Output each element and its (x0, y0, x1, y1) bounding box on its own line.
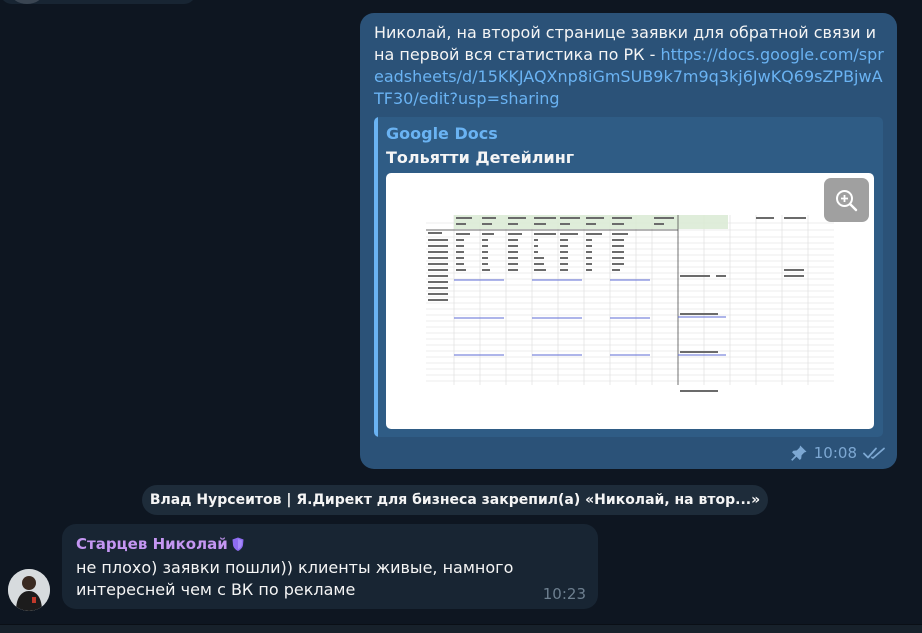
preview-accent-bar (374, 117, 378, 437)
outgoing-message-bubble[interactable]: Николай, на второй странице заявки для о… (360, 13, 897, 469)
zoom-in-icon (836, 190, 858, 212)
preview-title: Тольятти Детейлинг (386, 148, 575, 167)
pin-icon (790, 445, 807, 461)
preview-image[interactable] (386, 173, 874, 429)
double-check-icon (863, 447, 885, 459)
link-preview[interactable]: Google Docs Тольятти Детейлинг (374, 117, 883, 437)
outgoing-message-time: 10:08 (813, 444, 857, 462)
premium-shield-icon (232, 537, 244, 551)
sender-name: Старцев Николай (76, 535, 228, 553)
zoom-button[interactable] (824, 178, 869, 222)
incoming-message-time: 10:23 (542, 585, 586, 603)
preview-site-name: Google Docs (386, 124, 498, 143)
incoming-sender[interactable]: Старцев Николай (76, 535, 246, 553)
incoming-message-bubble[interactable]: Старцев Николай не плохо) заявки пошли))… (62, 524, 598, 609)
spreadsheet-thumbnail (426, 215, 834, 392)
pinned-service-message[interactable]: Влад Нурсеитов | Я.Директ для бизнеса за… (142, 485, 768, 515)
outgoing-message-meta: 10:08 (790, 443, 887, 463)
avatar-photo (8, 569, 50, 611)
incoming-message-text: не плохо) заявки пошли)) клиенты живые, … (76, 558, 514, 599)
sender-avatar[interactable] (8, 569, 50, 611)
outgoing-message-text: Николай, на второй странице заявки для о… (374, 22, 886, 110)
